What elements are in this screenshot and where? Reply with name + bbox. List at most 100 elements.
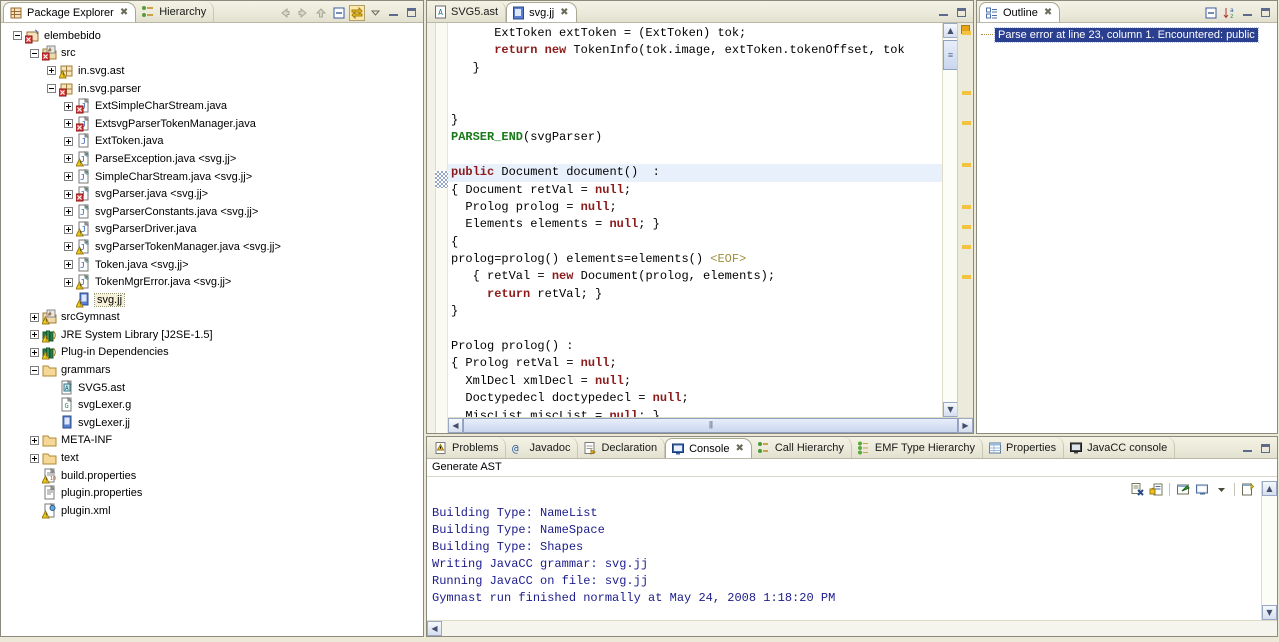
parse-error-message[interactable]: Parse error at line 23, column 1. Encoun… <box>994 26 1259 43</box>
tree-item[interactable]: GsvgLexer.g <box>1 396 423 414</box>
console-vertical-scrollbar[interactable]: ▲ ▼ <box>1261 481 1277 620</box>
expand-icon[interactable] <box>30 347 39 357</box>
tree-item[interactable]: J G! ParseException.java <svg.jj> <box>1 150 423 168</box>
minimize-icon[interactable] <box>1239 5 1255 21</box>
tab-emf-type-hierarchy[interactable]: EMF Type Hierarchy <box>852 437 983 458</box>
tree-item[interactable]: plugin.properties <box>1 484 423 502</box>
tree-item[interactable]: JExtsvgParserTokenManager.java <box>1 115 423 133</box>
project-tree[interactable]: elembebido#src!in.svg.astin.svg.parserJE… <box>1 23 423 520</box>
tree-item[interactable]: J GsvgParserConstants.java <svg.jj> <box>1 203 423 221</box>
chevron-down-icon[interactable] <box>367 5 383 21</box>
expand-icon[interactable] <box>30 435 39 445</box>
expand-icon[interactable] <box>64 154 73 164</box>
chevron-down-icon[interactable] <box>1213 481 1229 497</box>
annotation-overview-marker[interactable] <box>962 163 971 167</box>
editor-overview-ruler[interactable] <box>957 23 973 417</box>
tab-svg5-ast[interactable]: A SVG5.ast <box>429 1 507 22</box>
expand-icon[interactable] <box>30 453 39 463</box>
pin-console-icon[interactable] <box>1175 481 1191 497</box>
tree-item[interactable]: ! plugin.xml <box>1 502 423 520</box>
close-icon[interactable]: ✖ <box>120 7 128 18</box>
annotation-overview-marker[interactable] <box>962 225 971 229</box>
tree-item[interactable]: ! svg.jj <box>1 291 423 309</box>
tree-item[interactable]: ! in.svg.ast <box>1 62 423 80</box>
tree-item[interactable]: A SVG5.ast <box>1 379 423 397</box>
outline-row[interactable]: Parse error at line 23, column 1. Encoun… <box>977 26 1277 43</box>
maximize-icon[interactable] <box>1257 5 1273 21</box>
editor-folding-ruler[interactable] <box>436 23 448 433</box>
tree-item[interactable]: # src <box>1 45 423 63</box>
expand-icon[interactable] <box>47 66 56 76</box>
expand-icon[interactable] <box>64 224 73 234</box>
console-horizontal-scrollbar[interactable]: ◀ <box>427 620 1277 636</box>
expand-icon[interactable] <box>30 312 39 322</box>
tree-item[interactable]: META-INF <box>1 432 423 450</box>
close-icon[interactable]: ✖ <box>560 7 568 18</box>
tab-javacc-console[interactable]: JavaCC console <box>1064 437 1176 458</box>
clear-console-icon[interactable] <box>1129 481 1145 497</box>
scroll-right-icon[interactable]: ▶ <box>958 418 973 433</box>
collapse-icon[interactable] <box>30 365 39 375</box>
tree-item[interactable]: #! srcGymnast <box>1 309 423 327</box>
open-console-icon[interactable] <box>1240 481 1256 497</box>
tab-problems[interactable]: Problems <box>429 437 507 458</box>
tab-outline[interactable]: Outline ✖ <box>979 2 1061 22</box>
annotation-overview-marker[interactable] <box>962 91 971 95</box>
expand-icon[interactable] <box>64 172 73 182</box>
tree-item[interactable]: J G SimpleCharStream.java <svg.jj> <box>1 168 423 186</box>
link-editor-icon[interactable] <box>349 4 365 21</box>
minimize-icon[interactable] <box>385 5 401 21</box>
editor-horizontal-scrollbar[interactable]: ◀ ▶ <box>448 417 973 433</box>
maximize-icon[interactable] <box>1257 441 1273 457</box>
tree-item[interactable]: text <box>1 449 423 467</box>
arrow-right-icon[interactable] <box>295 5 311 21</box>
collapse-icon[interactable] <box>30 48 39 58</box>
maximize-icon[interactable] <box>953 5 969 21</box>
expand-icon[interactable] <box>64 277 73 287</box>
expand-icon[interactable] <box>64 260 73 270</box>
collapse-all-icon[interactable] <box>1203 5 1219 21</box>
expand-icon[interactable] <box>64 189 73 199</box>
close-icon[interactable]: ✖ <box>735 443 743 454</box>
tab-hierarchy[interactable]: Hierarchy <box>136 1 215 22</box>
tab-package-explorer[interactable]: Package Explorer ✖ <box>3 2 137 22</box>
annotation-overview-marker[interactable] <box>962 205 971 209</box>
collapse-icon[interactable] <box>13 31 22 41</box>
scroll-lock-icon[interactable] <box>1148 481 1164 497</box>
tab-declaration[interactable]: Declaration <box>578 437 666 458</box>
editor-annotation-ruler[interactable] <box>427 23 436 433</box>
tree-item[interactable]: J ExtToken.java <box>1 133 423 151</box>
maximize-icon[interactable] <box>403 5 419 21</box>
tree-item[interactable]: ! JRE System Library [J2SE-1.5] <box>1 326 423 344</box>
tree-item[interactable]: ! Plug-in Dependencies <box>1 344 423 362</box>
tree-item[interactable]: J G Token.java <svg.jj> <box>1 256 423 274</box>
tree-item[interactable]: in.svg.parser <box>1 80 423 98</box>
tree-item[interactable]: JGsvgParser.java <svg.jj> <box>1 185 423 203</box>
annotation-overview-marker[interactable] <box>962 31 971 35</box>
minimize-icon[interactable] <box>935 5 951 21</box>
console-output[interactable]: Building Type: NameList Building Type: Na… <box>427 501 1261 620</box>
tree-item[interactable]: elembebido <box>1 27 423 45</box>
collapse-icon[interactable] <box>47 84 56 94</box>
display-console-icon[interactable] <box>1194 481 1210 497</box>
tab-properties[interactable]: Properties <box>983 437 1065 458</box>
close-icon[interactable]: ✖ <box>1044 7 1052 18</box>
code-area[interactable]: ExtToken extToken = (ExtToken) tok; retu… <box>427 23 973 433</box>
scroll-left-icon[interactable]: ◀ <box>448 418 463 433</box>
tree-item[interactable]: JExtSimpleCharStream.java <box>1 97 423 115</box>
tree-item[interactable]: svgLexer.jj <box>1 414 423 432</box>
annotation-overview-marker[interactable] <box>962 245 971 249</box>
tree-item[interactable]: J G! TokenMgrError.java <svg.jj> <box>1 273 423 291</box>
scroll-left-icon[interactable]: ◀ <box>427 621 442 636</box>
expand-icon[interactable] <box>64 101 73 111</box>
tree-item[interactable]: J! svgParserDriver.java <box>1 221 423 239</box>
sort-az-icon[interactable]: a z <box>1221 5 1237 21</box>
minimize-icon[interactable] <box>1239 441 1255 457</box>
expand-icon[interactable] <box>64 242 73 252</box>
expand-icon[interactable] <box>64 119 73 129</box>
annotation-overview-marker[interactable] <box>962 121 971 125</box>
tree-item[interactable]: 10! build.properties <box>1 467 423 485</box>
tree-item[interactable]: J G! svgParserTokenManager.java <svg.jj> <box>1 238 423 256</box>
collapse-all-icon[interactable] <box>331 5 347 21</box>
source-code[interactable]: ExtToken extToken = (ExtToken) tok; retu… <box>448 23 942 417</box>
